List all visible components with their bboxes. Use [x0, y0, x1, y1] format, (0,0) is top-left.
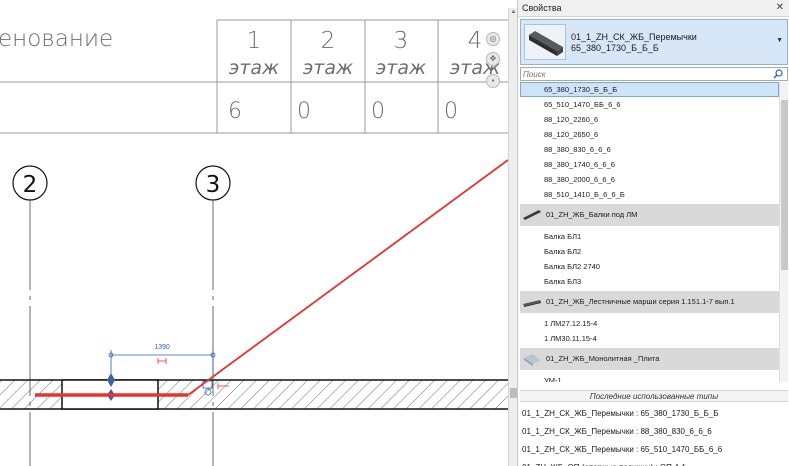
schedule-name-header: енование: [0, 26, 113, 52]
scroll-up-icon[interactable]: ▲: [510, 9, 517, 16]
type-item-label: Балка БЛ1: [544, 232, 582, 241]
column-1-value: 6: [228, 99, 242, 124]
recent-type-item[interactable]: 01_ZH_ЖБ_ОП (опорные подушки) : ОП 4.4: [522, 460, 786, 466]
type-list-item[interactable]: 88_120_2650_6: [520, 127, 779, 142]
type-item-label: 1 ЛМ27.12.15-4: [544, 319, 598, 328]
lintel-thumbnail-icon: [524, 24, 566, 60]
recent-type-item[interactable]: 01_1_ZH_СК_ЖБ_Перемычки : 65_510_1470_ББ…: [522, 442, 786, 458]
column-4-number: 4: [468, 28, 483, 54]
type-list-item[interactable]: Балка БЛ2: [520, 244, 779, 259]
type-list-item[interactable]: 1 ЛМ27.12.15-4: [520, 316, 779, 331]
type-family-label: 01_ZH_ЖБ_Монолитная _Плита: [546, 354, 660, 363]
type-family-group[interactable]: 01_ZH_ЖБ_Балки под ЛМ: [520, 204, 779, 226]
type-list-item[interactable]: Балка БЛ1: [520, 229, 779, 244]
zoom-icon[interactable]: ◎: [486, 32, 500, 46]
column-1-unit: этаж: [229, 57, 279, 79]
stair-icon: [523, 300, 541, 307]
type-list-scrollbar[interactable]: [779, 82, 788, 382]
slab-icon: [524, 354, 541, 366]
grid-axis-2[interactable]: 2: [12, 165, 48, 466]
recent-type-item[interactable]: 01_1_ZH_СК_ЖБ_Перемычки : 65_380_1730_Б_…: [522, 406, 786, 422]
type-family-name: 01_1_ZH_СК_ЖБ_Перемычки: [571, 32, 697, 42]
column-3-value: 0: [371, 99, 385, 124]
type-item-label: Балка БЛ2: [544, 247, 582, 256]
drawing-canvas[interactable]: енование 1 этаж 2 этаж 3 этаж 4 этаж 6 0…: [0, 0, 508, 466]
column-3-unit: этаж: [376, 57, 426, 79]
drawing-view[interactable]: енование 1 этаж 2 этаж 3 этаж 4 этаж 6 0…: [0, 0, 508, 466]
steering-wheel-icon[interactable]: ▪: [486, 74, 500, 88]
type-item-label: 88_380_2000_6_6_6: [544, 175, 615, 184]
type-family-label: 01_ZH_ЖБ_Балки под ЛМ: [546, 210, 638, 219]
type-list-item[interactable]: 88_380_830_6_6_6: [520, 142, 779, 157]
type-name: 65_380_1730_Б_Б_Б: [571, 43, 659, 53]
type-family-label: 01_ZH_ЖБ_Лестничные марши серия 1.151.1-…: [546, 297, 735, 306]
type-search[interactable]: [520, 67, 788, 81]
search-input[interactable]: [523, 69, 763, 80]
pan-icon[interactable]: ✥: [486, 52, 500, 66]
scroll-thumb[interactable]: [510, 388, 517, 398]
type-list-item[interactable]: 65_510_1470_ББ_6_6: [520, 97, 779, 112]
type-selector-label: 01_1_ZH_СК_ЖБ_Перемычки 65_380_1730_Б_Б_…: [571, 32, 697, 54]
search-icon[interactable]: [773, 69, 783, 79]
grid-label-2: 2: [23, 172, 38, 198]
type-list[interactable]: 65_380_1730_Б_Б_Б 65_510_1470_ББ_6_6 88_12…: [520, 82, 779, 382]
column-3-number: 3: [394, 28, 409, 54]
type-list-scroll-thumb[interactable]: [781, 100, 788, 270]
recent-types-header: Последние использованные типы: [520, 390, 788, 402]
type-list-item[interactable]: 88_380_1740_6_6_6: [520, 157, 779, 172]
dropdown-caret-icon[interactable]: ▼: [776, 37, 783, 44]
type-list-item[interactable]: 88_510_1410_Б_6_6_Б: [520, 187, 779, 202]
close-icon[interactable]: ✕: [776, 2, 784, 13]
beam-icon: [523, 210, 541, 220]
canvas-scrollbar[interactable]: ▲: [508, 8, 517, 466]
column-2-unit: этаж: [303, 57, 353, 79]
grid-label-3: 3: [206, 172, 221, 198]
type-list-item[interactable]: Балка БЛ2 2740: [520, 259, 779, 274]
column-1-number: 1: [247, 28, 262, 54]
dimension-value: 1390: [154, 344, 170, 351]
type-item-label: Балка БЛ2 2740: [544, 262, 600, 271]
properties-title-bar: Свойства ✕: [518, 0, 789, 17]
annotation-arrow: [187, 159, 508, 396]
type-item-label: 88_120_2650_6: [544, 130, 599, 139]
grid-axis-3[interactable]: 3: [195, 165, 231, 466]
type-family-group[interactable]: 01_ZH_ЖБ_Монолитная _Плита: [520, 348, 779, 370]
view-toolbar: ◎ ✥ ▪: [483, 28, 503, 108]
column-2-number: 2: [321, 28, 336, 54]
type-list-item[interactable]: 1 ЛМ30.11.15-4: [520, 331, 779, 346]
type-item-label: 88_510_1410_Б_6_6_Б: [544, 190, 625, 199]
properties-panel: Свойства ✕ 01_1_ZH_СК_ЖБ_Перемычки 65_38…: [517, 0, 789, 466]
column-4-value: 0: [444, 99, 458, 124]
type-item-label: 65_510_1470_ББ_6_6: [544, 100, 621, 109]
type-item-label: УМ-1: [544, 376, 562, 382]
type-item-label: 88_120_2260_6: [544, 115, 599, 124]
type-list-item[interactable]: УМ-1: [520, 373, 779, 382]
type-selector[interactable]: 01_1_ZH_СК_ЖБ_Перемычки 65_380_1730_Б_Б_…: [520, 19, 788, 65]
recent-type-item[interactable]: 01_1_ZH_СК_ЖБ_Перемычки : 88_380_830_6_6…: [522, 424, 786, 440]
type-item-label: Балка БЛ3: [544, 277, 582, 286]
type-family-group[interactable]: 01_ZH_ЖБ_Лестничные марши серия 1.151.1-…: [520, 291, 779, 313]
type-item-label: 88_380_1740_6_6_6: [544, 160, 615, 169]
type-item-label: 88_380_830_6_6_6: [544, 145, 611, 154]
type-item-label: 65_380_1730_Б_Б_Б: [544, 85, 618, 94]
type-list-item[interactable]: 88_120_2260_6: [520, 112, 779, 127]
type-list-item[interactable]: 65_380_1730_Б_Б_Б: [520, 82, 779, 97]
type-list-item[interactable]: 88_380_2000_6_6_6: [520, 172, 779, 187]
dimension-line[interactable]: 1390: [108, 344, 216, 378]
column-2-value: 0: [297, 99, 311, 124]
type-item-label: 1 ЛМ30.11.15-4: [544, 334, 597, 343]
type-list-item[interactable]: Балка БЛ3: [520, 274, 779, 289]
properties-title: Свойства: [522, 3, 562, 13]
